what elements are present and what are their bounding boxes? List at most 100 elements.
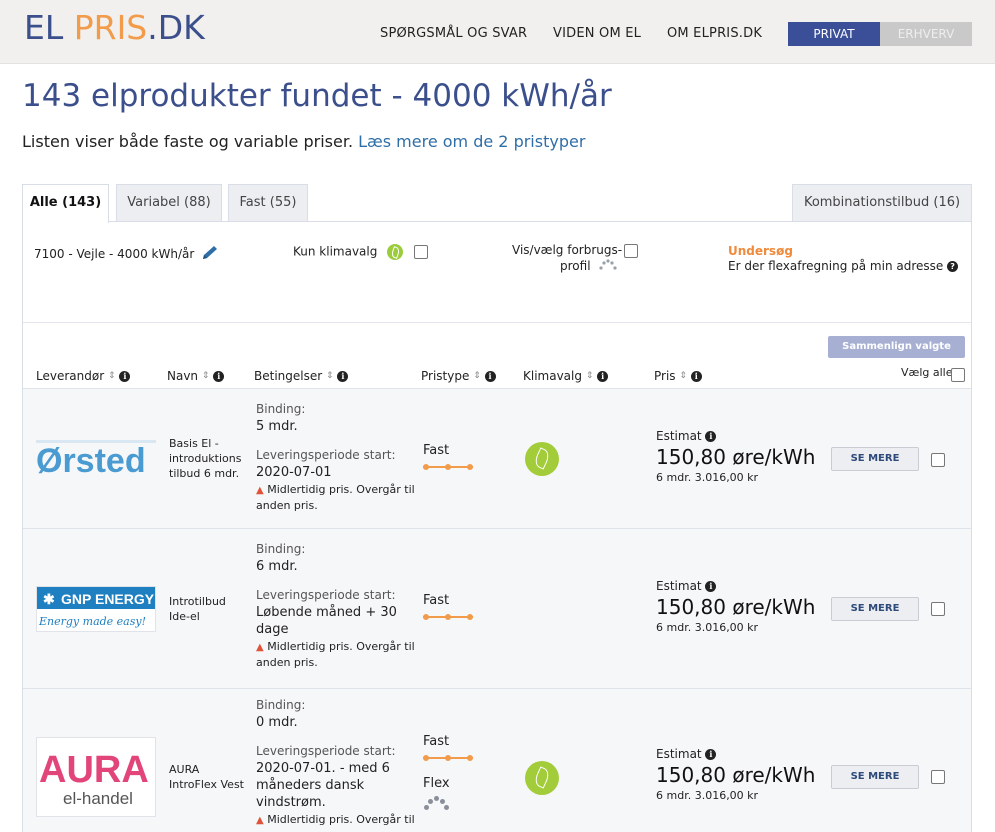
row-select-checkbox[interactable] bbox=[931, 602, 945, 616]
profile-filter-checkbox[interactable] bbox=[624, 244, 638, 258]
orsted-logo[interactable]: Ørsted bbox=[36, 440, 156, 480]
spinner-icon bbox=[598, 259, 618, 274]
product-name-line: Ide-el bbox=[169, 610, 200, 623]
sort-icon[interactable]: ⇕ bbox=[202, 372, 210, 381]
period-value: vindstrøm. bbox=[256, 795, 326, 810]
col-name[interactable]: Navn ⇕ i bbox=[167, 369, 225, 383]
estimate-label: Estimat i bbox=[656, 747, 815, 761]
binding-label: Binding: bbox=[256, 542, 306, 556]
aura-logo[interactable]: AURA el-handel bbox=[36, 737, 156, 817]
col-price-label: Pris bbox=[654, 369, 676, 383]
select-all[interactable]: Vælg alle bbox=[901, 366, 952, 379]
fixed-price-icon bbox=[423, 754, 473, 762]
product-name-line: tilbud 6 mdr. bbox=[169, 467, 240, 480]
price-block: Estimat i 150,80 øre/kWh 6 mdr. 3.016,00… bbox=[656, 579, 815, 634]
estimate-text: Estimat bbox=[656, 579, 702, 593]
flex-question-text[interactable]: Er der flexafregning på min adresse bbox=[728, 259, 943, 273]
climate-filter: Kun klimavalg bbox=[293, 244, 429, 260]
table-row: Ørsted Basis El - introduktions tilbud 6… bbox=[23, 388, 971, 528]
site-logo[interactable]: EL PRIS.DK bbox=[24, 8, 205, 47]
site-header: EL PRIS.DK SPØRGSMÅL OG SVAR VIDEN OM EL… bbox=[0, 0, 995, 64]
product-name: Basis El - introduktions tilbud 6 mdr. bbox=[169, 436, 241, 481]
tab-variable[interactable]: Variabel (88) bbox=[116, 184, 222, 222]
warning-icon: ▲ bbox=[256, 485, 264, 496]
product-name-line: introduktions bbox=[169, 452, 242, 465]
logo-part-el: EL bbox=[24, 8, 74, 47]
period-label: Leveringsperiode start: bbox=[256, 744, 396, 758]
sort-icon[interactable]: ⇕ bbox=[586, 372, 594, 381]
nav-about[interactable]: OM ELPRIS.DK bbox=[667, 26, 762, 41]
info-icon[interactable]: i bbox=[705, 749, 717, 760]
pricetypes-link[interactable]: Læs mere om de 2 pristyper bbox=[358, 132, 585, 151]
info-icon[interactable]: i bbox=[705, 431, 717, 442]
question-icon[interactable]: ? bbox=[947, 261, 959, 272]
col-pricetype[interactable]: Pristype ⇕ i bbox=[421, 369, 496, 383]
see-more-button[interactable]: SE MERE bbox=[831, 765, 919, 789]
see-more-button[interactable]: SE MERE bbox=[831, 447, 919, 471]
info-icon[interactable]: i bbox=[337, 371, 349, 382]
pricetype-label: Fast bbox=[423, 734, 450, 749]
info-icon[interactable]: i bbox=[484, 371, 496, 382]
product-name: AURA IntroFlex Vest bbox=[169, 762, 244, 792]
climate-filter-checkbox[interactable] bbox=[414, 245, 429, 259]
col-pricetype-label: Pristype bbox=[421, 369, 470, 383]
flex-question[interactable]: Er der flexafregning på min adresse ? bbox=[728, 259, 959, 273]
period-value: 2020-07-01. - med 6 bbox=[256, 761, 390, 776]
info-icon[interactable]: i bbox=[705, 581, 717, 592]
warning: ▲ Midlertidig pris. Overgår til bbox=[256, 639, 415, 655]
warning-icon: ▲ bbox=[256, 642, 264, 653]
investigate-link[interactable]: Undersøg bbox=[728, 244, 793, 258]
pricetype-label: Fast bbox=[423, 593, 450, 608]
row-select-checkbox[interactable] bbox=[931, 453, 945, 467]
compare-selected-button[interactable]: Sammenlign valgte bbox=[828, 336, 965, 358]
binding-label: Binding: bbox=[256, 402, 306, 416]
price-value: 150,80 øre/kWh bbox=[656, 763, 816, 787]
gnp-logo-text: GNP ENERGY bbox=[61, 591, 155, 607]
estimate-text: Estimat bbox=[656, 429, 702, 443]
sort-icon[interactable]: ⇕ bbox=[108, 372, 116, 381]
segment-business-button[interactable]: ERHVERV bbox=[880, 22, 972, 46]
investigate-label[interactable]: Undersøg bbox=[728, 244, 793, 258]
profile-label-line2: profil bbox=[560, 259, 591, 273]
col-price[interactable]: Pris ⇕ i bbox=[654, 369, 702, 383]
svg-text:✱: ✱ bbox=[43, 591, 55, 607]
select-all-label: Vælg alle bbox=[901, 366, 953, 379]
pricetype: Fast Flex bbox=[423, 734, 473, 813]
warning-text: anden pris. bbox=[256, 499, 318, 512]
nav-knowledge[interactable]: VIDEN OM EL bbox=[553, 26, 641, 41]
aura-logo-text: AURA bbox=[39, 749, 149, 791]
tab-combination[interactable]: Kombinationstilbud (16) bbox=[792, 184, 972, 222]
sort-icon[interactable]: ⇕ bbox=[326, 372, 334, 381]
binding-value: 0 mdr. bbox=[256, 715, 298, 730]
info-icon[interactable]: i bbox=[690, 371, 702, 382]
binding-label: Binding: bbox=[256, 698, 306, 712]
pencil-icon[interactable] bbox=[200, 244, 222, 265]
warning-text: anden pris. bbox=[256, 656, 318, 669]
leaf-icon bbox=[387, 244, 404, 260]
col-climate[interactable]: Klimavalg ⇕ i bbox=[523, 369, 609, 383]
tab-all[interactable]: Alle (143) bbox=[22, 184, 109, 223]
location-text: 7100 - Vejle - 4000 kWh/år bbox=[34, 247, 195, 261]
info-icon[interactable]: i bbox=[597, 371, 609, 382]
period-value: dage bbox=[256, 622, 289, 637]
segment-private-button[interactable]: PRIVAT bbox=[788, 22, 880, 46]
info-icon[interactable]: i bbox=[213, 371, 225, 382]
gnp-tagline: Energy made easy! bbox=[38, 615, 146, 628]
row-select-checkbox[interactable] bbox=[931, 770, 945, 784]
select-all-checkbox[interactable] bbox=[951, 368, 965, 382]
info-icon[interactable]: i bbox=[119, 371, 131, 382]
gnp-energy-logo[interactable]: ✱ GNP ENERGY Energy made easy! bbox=[36, 586, 156, 632]
nav-faq[interactable]: SPØRGSMÅL OG SVAR bbox=[380, 26, 527, 41]
col-terms[interactable]: Betingelser ⇕ i bbox=[254, 369, 349, 383]
col-supplier[interactable]: Leverandør ⇕ i bbox=[36, 369, 131, 383]
sort-icon[interactable]: ⇕ bbox=[679, 372, 687, 381]
profile-filter-line2: profil bbox=[560, 259, 618, 274]
tab-fixed[interactable]: Fast (55) bbox=[228, 184, 308, 222]
sort-icon[interactable]: ⇕ bbox=[473, 372, 481, 381]
pricetype-label: Flex bbox=[423, 776, 450, 791]
warning-text: Midlertidig pris. Overgår til bbox=[267, 640, 415, 653]
period-value: måneders dansk bbox=[256, 778, 365, 793]
see-more-button[interactable]: SE MERE bbox=[831, 597, 919, 621]
col-climate-label: Klimavalg bbox=[523, 369, 582, 383]
terms: Binding: 6 mdr. Leveringsperiode start: … bbox=[256, 541, 415, 670]
